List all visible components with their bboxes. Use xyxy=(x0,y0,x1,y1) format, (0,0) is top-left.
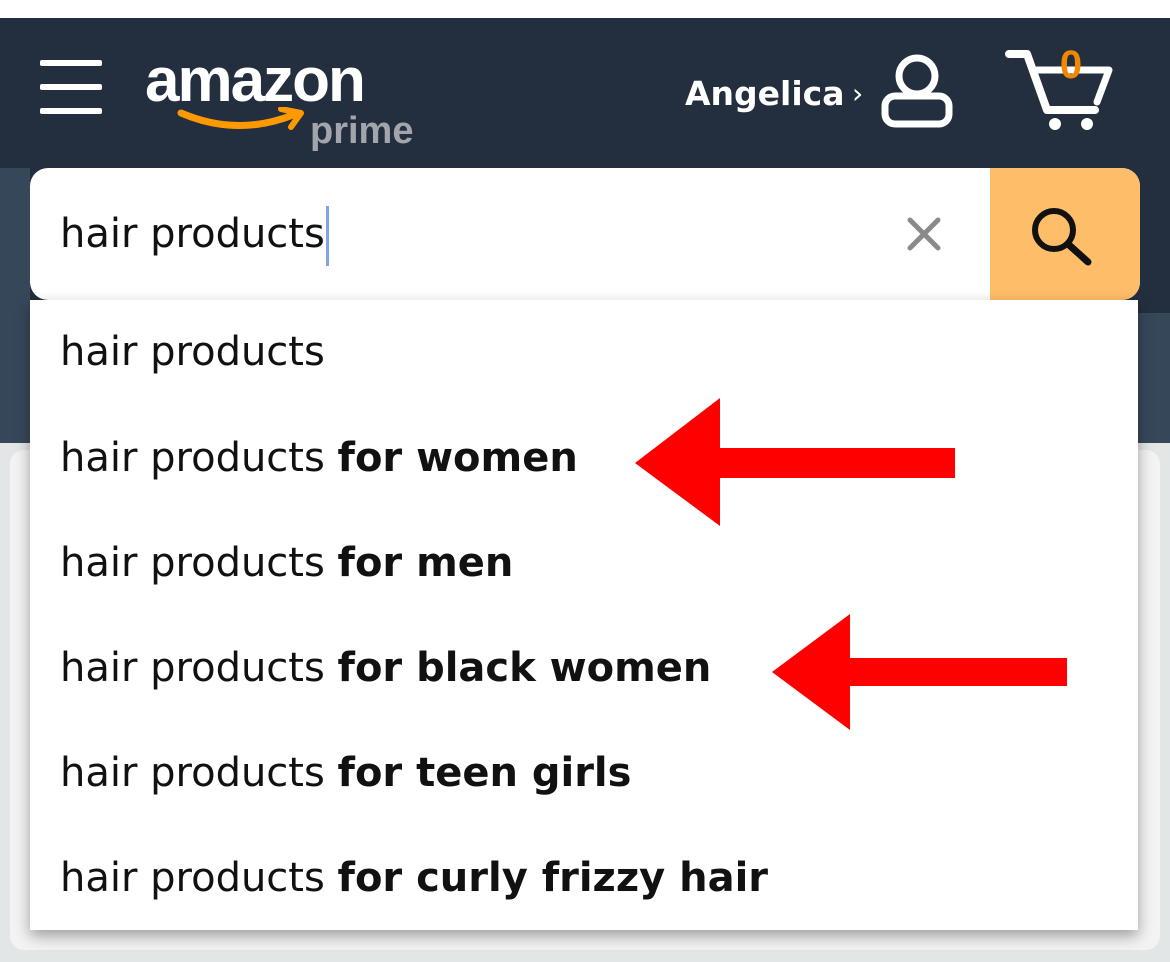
search-icon xyxy=(1032,208,1092,266)
header-edge-strip xyxy=(0,168,30,313)
red-arrow-annotation-icon xyxy=(635,398,955,526)
suggestion-item[interactable]: hair products for teen girls xyxy=(60,721,1120,826)
suggestion-completion: for curly frizzy hair xyxy=(337,855,769,901)
red-arrow-annotation-icon xyxy=(772,614,1067,730)
menu-bar xyxy=(40,84,102,90)
suggestion-prefix: hair products xyxy=(60,435,338,481)
chevron-right-icon: › xyxy=(852,77,864,110)
account-name-link[interactable]: Angelica xyxy=(685,72,845,116)
suggestion-prefix: hair products xyxy=(60,540,338,586)
logo-smile-icon xyxy=(177,107,304,130)
search-input[interactable]: hair products xyxy=(60,198,329,270)
suggestion-prefix: hair products xyxy=(60,645,338,691)
text-caret xyxy=(325,206,329,266)
suggestion-completion: for women xyxy=(337,435,578,481)
search-bar: hair products xyxy=(30,168,1140,300)
logo-prime-label: prime xyxy=(310,110,414,152)
cart-count-badge: 0 xyxy=(1059,43,1083,87)
amazon-prime-logo[interactable]: amazon prime xyxy=(145,45,435,160)
suggestion-completion: for teen girls xyxy=(337,750,632,796)
suggestion-item[interactable]: hair products for women xyxy=(60,406,1120,511)
clear-icon[interactable] xyxy=(904,214,944,254)
hamburger-menu-icon[interactable] xyxy=(40,58,102,116)
suggestion-prefix: hair products xyxy=(60,329,325,375)
menu-bar xyxy=(40,108,102,114)
menu-bar xyxy=(40,60,102,66)
search-button[interactable] xyxy=(990,168,1140,300)
suggestion-item[interactable]: hair products xyxy=(60,300,1120,405)
suggestion-prefix: hair products xyxy=(60,750,338,796)
suggestion-item[interactable]: hair products for men xyxy=(60,511,1120,616)
search-input-value: hair products xyxy=(60,211,325,257)
suggestion-item[interactable]: hair products for curly frizzy hair xyxy=(60,826,1120,931)
suggestion-completion: for men xyxy=(337,540,514,586)
user-icon[interactable] xyxy=(880,52,955,130)
suggestion-completion: for black women xyxy=(337,645,712,691)
suggestion-prefix: hair products xyxy=(60,855,338,901)
